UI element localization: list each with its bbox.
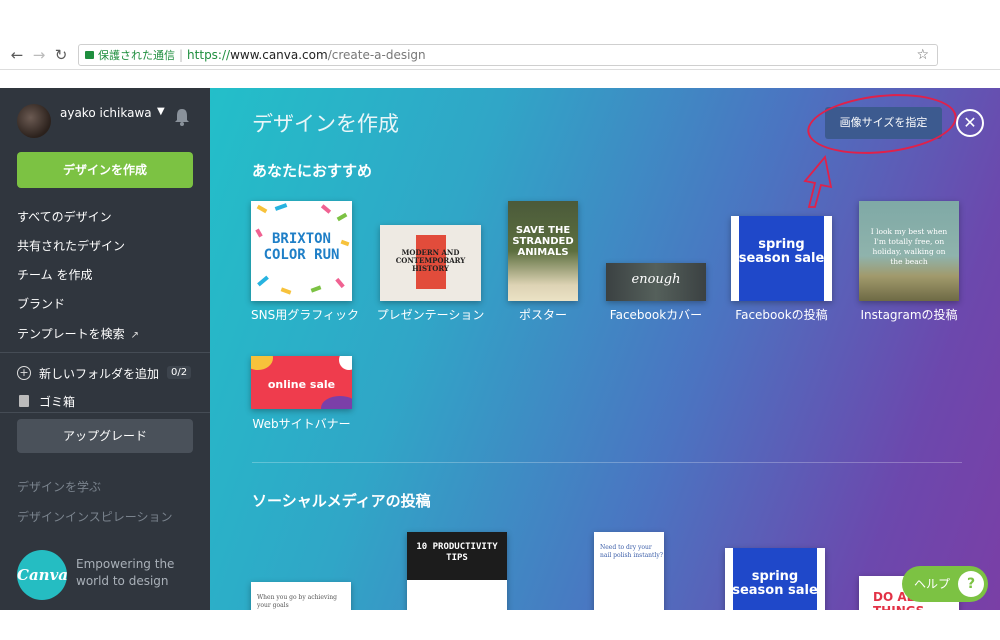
bookmark-star-icon[interactable]: ☆ xyxy=(916,45,929,65)
tile-text: MODERN AND CONTEMPORARY HISTORY xyxy=(395,248,466,273)
help-label: ヘルプ xyxy=(914,577,951,591)
back-icon[interactable]: ← xyxy=(8,46,26,64)
recommended-section-title: あなたにおすすめ xyxy=(252,162,373,180)
tile-text: SAVE THE STRANDED ANIMALS xyxy=(512,225,574,258)
tile-text: enough xyxy=(631,272,681,287)
question-icon: ? xyxy=(958,571,984,597)
sidebar: ayako ichikawa ▼ デザインを作成 すべてのデザイン 共有されたデ… xyxy=(0,88,210,610)
tile-caption[interactable]: プレゼンテーション xyxy=(370,306,491,323)
sidebar-item-learn-design[interactable]: デザインを学ぶ xyxy=(17,478,101,495)
tile-text: When you go by achieving your goals xyxy=(257,594,337,609)
tile-caption[interactable]: Facebookカバー xyxy=(596,306,716,323)
close-icon[interactable]: ✕ xyxy=(956,109,984,137)
sidebar-item-trash[interactable]: ゴミ箱 xyxy=(39,393,75,410)
secure-label: 保護された通信 xyxy=(98,49,175,62)
annotation-arrow xyxy=(803,154,833,208)
template-tile-social[interactable]: spring season sale xyxy=(725,548,825,610)
template-tile-social[interactable]: 10 PRODUCTIVITY TIPS xyxy=(407,532,507,610)
tile-caption[interactable]: Facebookの投稿 xyxy=(721,306,842,323)
template-tile-sns[interactable]: BRIXTON COLOR RUN xyxy=(251,201,352,301)
tile-caption[interactable]: Instagramの投稿 xyxy=(849,306,969,323)
sidebar-item-shared-designs[interactable]: 共有されたデザイン xyxy=(17,237,125,254)
sidebar-item-design-inspiration[interactable]: デザインインスピレーション xyxy=(17,508,173,525)
forward-icon[interactable]: → xyxy=(30,46,48,64)
browser-toolbar: ← → ↻ 保護された通信 | https://www.canva.com/crea… xyxy=(0,40,1000,70)
create-design-panel: デザインを作成 画像サイズを指定 ✕ あなたにおすすめ BRIXTON COLO… xyxy=(210,88,1000,610)
folder-count-badge: 0/2 xyxy=(167,366,192,379)
tagline: Empowering the world to design xyxy=(76,557,175,588)
tile-text: spring season sale xyxy=(738,237,825,266)
template-tile-facebook-post[interactable]: spring season sale xyxy=(731,216,832,301)
tile-text: BRIXTON COLOR RUN xyxy=(263,231,340,263)
sidebar-item-create-team[interactable]: チーム を作成 xyxy=(17,266,92,283)
url-host: www.canva.com xyxy=(230,48,328,62)
template-tile-poster[interactable]: SAVE THE STRANDED ANIMALS xyxy=(508,201,578,301)
browser-top-strip xyxy=(0,0,1000,40)
tile-text: spring season sale xyxy=(732,569,818,598)
template-tile-presentation[interactable]: MODERN AND CONTEMPORARY HISTORY xyxy=(380,225,481,301)
sidebar-divider xyxy=(0,412,210,413)
tile-caption[interactable]: Webサイトバナー xyxy=(246,415,357,432)
upgrade-button[interactable]: アップグレード xyxy=(17,419,193,453)
external-link-icon: ↗ xyxy=(130,330,140,341)
template-tile-social[interactable]: Need to dry your nail polish instantly? xyxy=(594,532,664,610)
username[interactable]: ayako ichikawa xyxy=(60,106,152,120)
tile-caption[interactable]: SNS用グラフィック xyxy=(251,306,359,323)
section-divider xyxy=(252,462,962,463)
social-section-title: ソーシャルメディアの投稿 xyxy=(252,492,431,510)
create-design-button[interactable]: デザインを作成 xyxy=(17,152,193,188)
sidebar-item-all-designs[interactable]: すべてのデザイン xyxy=(17,208,112,225)
page-title: デザインを作成 xyxy=(252,112,399,136)
sidebar-item-brand[interactable]: ブランド xyxy=(17,295,65,312)
tile-caption[interactable]: ポスター xyxy=(508,306,578,323)
chevron-down-icon[interactable]: ▼ xyxy=(157,106,165,117)
canva-logo[interactable]: Canva xyxy=(17,550,68,600)
tile-text: 10 PRODUCTIVITY TIPS xyxy=(416,542,498,563)
tile-shape xyxy=(339,356,352,370)
tile-text: I look my best when I'm totally free, on… xyxy=(870,227,948,266)
url-scheme: https:// xyxy=(187,48,231,62)
reload-icon[interactable]: ↻ xyxy=(52,46,70,64)
tile-text: online sale xyxy=(267,378,336,391)
tile-shape xyxy=(251,356,273,370)
bell-icon[interactable] xyxy=(174,108,190,126)
tile-shape xyxy=(321,396,352,409)
bottom-strip xyxy=(0,610,1000,640)
sidebar-item-label: テンプレートを検索 xyxy=(17,327,125,341)
template-tile-social[interactable]: When you go by achieving your goals xyxy=(251,582,351,610)
help-button[interactable]: ヘルプ ? xyxy=(902,566,988,602)
lock-icon xyxy=(85,51,94,59)
add-folder-icon: + xyxy=(17,366,31,380)
template-tile-facebook-cover[interactable]: enough xyxy=(606,263,706,301)
add-folder-link[interactable]: 新しいフォルダを追加 xyxy=(39,365,159,382)
address-separator: | xyxy=(179,48,184,62)
address-bar[interactable]: 保護された通信 | https://www.canva.com/create-a-d… xyxy=(78,44,938,66)
sidebar-divider xyxy=(0,352,210,353)
avatar[interactable] xyxy=(17,104,51,138)
annotation-circle xyxy=(804,88,960,161)
sidebar-item-find-templates[interactable]: テンプレートを検索 ↗ xyxy=(17,325,139,342)
template-tile-web-banner[interactable]: online sale xyxy=(251,356,352,409)
url-path: /create-a-design xyxy=(327,48,426,62)
tile-text: Need to dry your nail polish instantly? xyxy=(600,544,663,559)
trash-icon xyxy=(19,395,29,407)
template-tile-instagram[interactable]: I look my best when I'm totally free, on… xyxy=(859,201,959,301)
